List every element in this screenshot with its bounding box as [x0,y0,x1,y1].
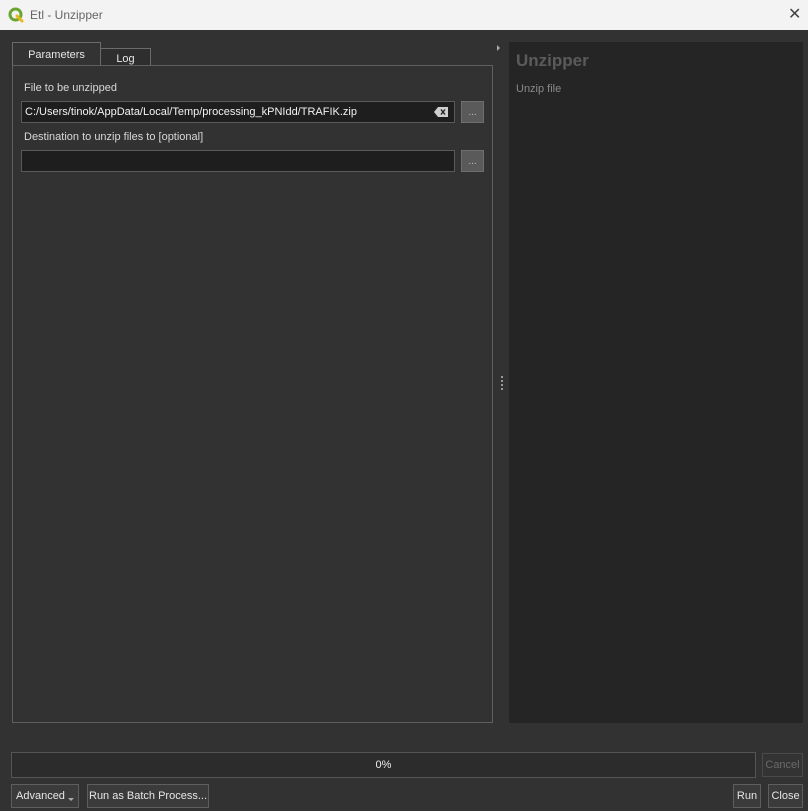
qgis-icon [8,7,24,23]
tab-log[interactable]: Log [100,48,151,66]
clear-icon[interactable] [434,107,448,117]
splitter-handle[interactable] [501,376,503,394]
close-button[interactable]: Close [768,784,803,808]
advanced-button-label: Advanced [16,790,65,802]
run-batch-button[interactable]: Run as Batch Process... [87,784,209,808]
progress-text: 0% [375,759,392,771]
tab-log-label: Log [116,52,135,65]
close-icon[interactable]: ✕ [788,0,808,30]
window-title: Etl - Unzipper [30,8,103,22]
destination-input[interactable] [21,150,455,172]
help-panel: Unzipper Unzip file [509,42,803,723]
file-label: File to be unzipped [24,82,117,94]
file-browse-button[interactable]: ... [461,101,484,123]
run-button[interactable]: Run [733,784,761,808]
help-description: Unzip file [516,83,562,95]
dropdown-arrow-icon [68,798,74,801]
progress-bar: 0% [11,752,756,778]
cancel-button[interactable]: Cancel [762,753,803,777]
destination-browse-button[interactable]: ... [461,150,484,172]
advanced-button[interactable]: Advanced [11,784,79,808]
tab-parameters[interactable]: Parameters [12,42,101,66]
tab-parameters-label: Parameters [28,48,85,61]
title-bar: Etl - Unzipper ✕ [0,0,808,30]
destination-label: Destination to unzip files to [optional] [24,131,204,143]
help-title: Unzipper [516,51,589,70]
collapse-arrow-icon[interactable] [497,45,500,51]
file-input[interactable]: C:/Users/tinok/AppData/Local/Temp/proces… [21,101,455,123]
parameters-panel: File to be unzipped C:/Users/tinok/AppDa… [12,65,493,723]
file-input-value: C:/Users/tinok/AppData/Local/Temp/proces… [25,106,357,118]
